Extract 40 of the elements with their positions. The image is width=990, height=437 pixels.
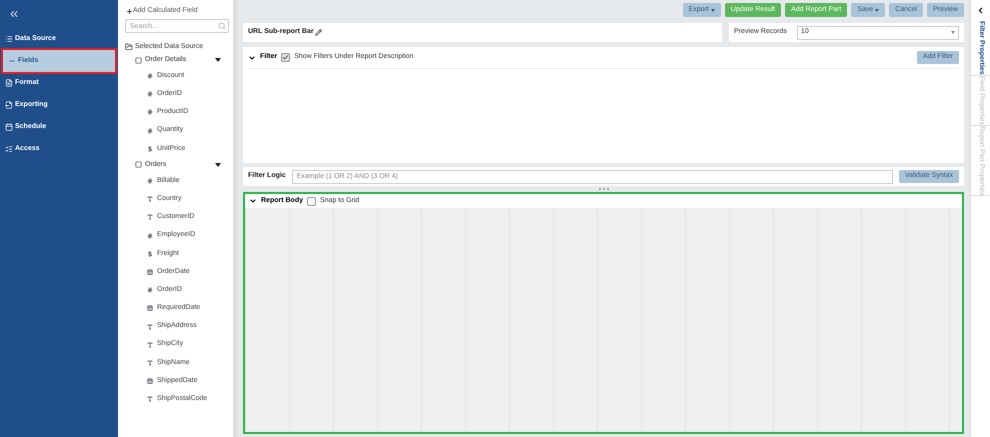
pencil-icon[interactable]	[314, 29, 322, 36]
money-icon	[147, 146, 153, 152]
caret-icon	[875, 8, 880, 12]
caret-icon	[215, 162, 221, 167]
text-icon	[147, 214, 153, 220]
number-icon	[147, 128, 153, 134]
text-icon	[147, 324, 153, 330]
checkbox[interactable]	[281, 53, 290, 62]
number-icon	[147, 287, 153, 294]
checkbox[interactable]	[307, 196, 316, 206]
caret-icon	[951, 31, 955, 34]
drag-handle-icon[interactable]	[598, 188, 608, 190]
search-icon	[218, 22, 226, 30]
text-icon	[147, 396, 153, 402]
date-icon	[147, 305, 153, 312]
date-icon	[147, 378, 153, 384]
table-icon	[135, 161, 142, 168]
calendar-icon	[5, 123, 13, 131]
folder-icon	[125, 43, 133, 51]
caret-icon	[710, 8, 715, 12]
caret-icon	[215, 58, 221, 62]
checklist-icon	[5, 145, 13, 153]
text-icon	[147, 196, 153, 202]
number-icon	[147, 73, 153, 80]
list-icon	[5, 35, 13, 43]
plus-icon	[126, 8, 133, 14]
document-icon	[5, 79, 13, 87]
collapse-icon[interactable]	[248, 54, 256, 62]
number-icon	[147, 91, 153, 98]
number-icon	[147, 109, 153, 116]
number-icon	[147, 178, 153, 184]
money-icon	[147, 250, 153, 257]
collapse-icon[interactable]	[249, 197, 257, 205]
number-icon	[147, 232, 153, 239]
date-icon	[147, 268, 153, 275]
table-icon	[135, 56, 142, 64]
expand-icon[interactable]	[976, 6, 985, 15]
text-icon	[147, 360, 153, 366]
text-icon	[147, 342, 153, 348]
export-icon	[5, 101, 13, 109]
